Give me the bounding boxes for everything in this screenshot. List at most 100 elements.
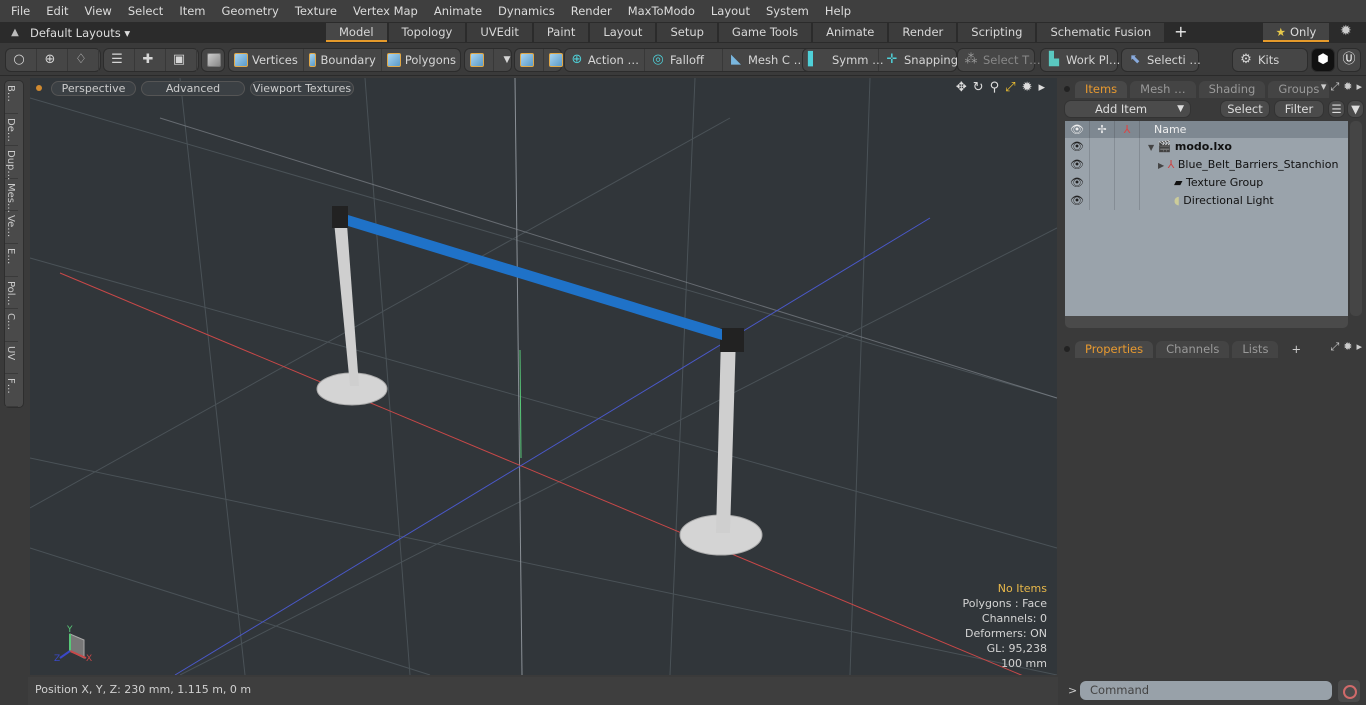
list-options-icon[interactable]: ☰ [1328,100,1345,118]
pan-icon[interactable]: ✥ [956,80,967,95]
panel-gear-icon[interactable]: ✹ [1343,340,1352,354]
uv-unwrap-tool[interactable]: ✚ [135,49,166,71]
tab-items[interactable]: Items [1075,81,1128,98]
kits-button[interactable]: ⚙ Kits [1233,49,1284,71]
name-column-header[interactable]: Name [1140,121,1186,138]
eye-icon[interactable]: 👁 [1065,138,1090,156]
type-column-icon[interactable]: ⅄ [1115,121,1140,138]
snapping-button[interactable]: ✛ Snapping [879,49,963,71]
menu-help[interactable]: Help [817,4,859,18]
select-button[interactable]: Select [1220,100,1270,118]
tab-topology[interactable]: Topology [388,23,466,42]
uv-project-tool[interactable]: ▣ [166,49,197,71]
vtab-basic[interactable]: B… [5,81,18,114]
menu-texture[interactable]: Texture [287,4,345,18]
gear-icon[interactable]: ✹ [1340,23,1352,39]
menu-geometry[interactable]: Geometry [214,4,287,18]
vtab-vertex[interactable]: Ve… [5,211,18,244]
menu-dynamics[interactable]: Dynamics [490,4,563,18]
vtab-curve[interactable]: C… [5,309,18,342]
menu-render[interactable]: Render [563,4,620,18]
expand-right-icon[interactable]: ▸ [1038,80,1045,95]
expand-icon[interactable]: ▸ [1356,340,1362,354]
polygons-button[interactable]: Polygons [382,49,461,71]
tree-horizontal-scrollbar[interactable] [1065,316,1348,328]
add-item-button[interactable]: Add Item ▼ [1064,100,1191,118]
collapse-up-icon[interactable]: ▲ [0,27,30,38]
symmetry-button[interactable]: ▌ Symm … [803,49,884,71]
select-through-button[interactable]: ⁂ Select T… [958,49,1046,71]
vtab-uv[interactable]: UV [5,342,18,375]
lock-column-icon[interactable]: ✢ [1090,121,1115,138]
panel-gear-icon[interactable]: ✹ [1343,80,1352,94]
tree-row[interactable]: 👁 ▰ Texture Group [1065,174,1348,192]
vertices-button[interactable]: Vertices [229,49,304,71]
command-input[interactable]: Command [1080,681,1332,700]
tab-animate[interactable]: Animate [813,23,888,42]
maximize-icon[interactable]: ⤢ [1005,80,1015,95]
vtab-mesh-edit[interactable]: Mes… [5,179,18,213]
unity-button[interactable]: ⬢ [1311,48,1335,72]
maximize-icon[interactable]: ⤢ [1330,80,1339,94]
menu-edit[interactable]: Edit [38,4,76,18]
vtab-edge[interactable]: E… [5,244,18,277]
tab-paint[interactable]: Paint [533,23,589,42]
tab-model[interactable]: Model [326,23,387,42]
action-center-button[interactable]: ⊕ Action … [565,49,645,71]
tree-row[interactable]: 👁 ▼ 🎬 modo.lxo [1065,138,1348,156]
pen-tool[interactable]: ♢ [68,49,99,71]
menu-vertex-map[interactable]: Vertex Map [345,4,426,18]
tree-row[interactable]: 👁 ◖ Directional Light [1065,192,1348,210]
tab-channels[interactable]: Channels [1156,341,1230,358]
add-tab-button[interactable]: + [1166,23,1195,42]
collapse-triangle-icon[interactable]: ▼ [1148,143,1154,152]
menu-item[interactable]: Item [171,4,213,18]
item-mode-button[interactable] [202,49,230,71]
tab-shading[interactable]: Shading [1198,81,1266,98]
tab-mesh[interactable]: Mesh … [1130,81,1196,98]
tab-render[interactable]: Render [889,23,957,42]
work-plane-button[interactable]: ▙ Work Pl… [1041,49,1125,71]
filter-button[interactable]: Filter [1274,100,1324,118]
tab-uvedit[interactable]: UVEdit [467,23,532,42]
tree-row[interactable]: 👁 ▶ ⅄ Blue_Belt_Barriers_Stanchion [1065,156,1348,174]
menu-layout[interactable]: Layout [703,4,758,18]
menu-system[interactable]: System [758,4,817,18]
only-toggle[interactable]: ★ Only [1263,23,1329,42]
tree-vertical-scrollbar[interactable] [1350,121,1362,316]
add-panel-tab-button[interactable]: + [1281,341,1311,358]
menu-maxtomodo[interactable]: MaxToModo [620,4,703,18]
layouts-dropdown[interactable]: Default Layouts ▾ [30,26,326,40]
tab-layout[interactable]: Layout [590,23,656,42]
vtab-duplicate[interactable]: Dup… [5,146,18,181]
visibility-column-icon[interactable]: 👁 [1065,121,1090,138]
perspective-dropdown[interactable]: Perspective [51,80,136,96]
vtab-deform[interactable]: De… [5,114,18,147]
mesh-constraint-button[interactable]: ◣ Mesh C … [723,49,810,71]
advanced-dropdown[interactable]: Advanced [141,80,245,96]
menu-view[interactable]: View [77,4,120,18]
zoom-icon[interactable]: ⚲ [990,80,1000,95]
viewport-options-dot[interactable] [36,85,42,91]
tab-scripting[interactable]: Scripting [958,23,1036,42]
funnel-icon[interactable]: ▼ [1347,100,1364,118]
rotate-icon[interactable]: ↻ [973,80,984,95]
panel-dot[interactable] [1064,86,1070,92]
tab-properties[interactable]: Properties [1075,341,1154,358]
tab-game-tools[interactable]: Game Tools [718,23,812,42]
viewport-textures-dropdown[interactable]: Viewport Textures [250,80,354,96]
tab-schematic-fusion[interactable]: Schematic Fusion [1037,23,1165,42]
menu-file[interactable]: File [0,4,38,18]
tab-lists[interactable]: Lists [1232,341,1279,358]
circle-tool[interactable]: ○ [6,49,37,71]
uv-stack-tool[interactable]: ☰ [104,49,135,71]
falloff-button[interactable]: ◎ Falloff [645,49,723,71]
tabs-dropdown-icon[interactable]: ▾ [1321,80,1327,94]
sphere-tool[interactable]: ⊕ [37,49,68,71]
center-button[interactable] [515,49,544,71]
expand-icon[interactable]: ▸ [1356,80,1362,94]
vtab-polygon[interactable]: Pol… [5,277,18,310]
vtab-fusion[interactable]: F… [5,374,18,407]
boundary-button[interactable]: Boundary [304,49,382,71]
selection-sets-button[interactable]: ⬉ Selecti … [1122,49,1206,71]
